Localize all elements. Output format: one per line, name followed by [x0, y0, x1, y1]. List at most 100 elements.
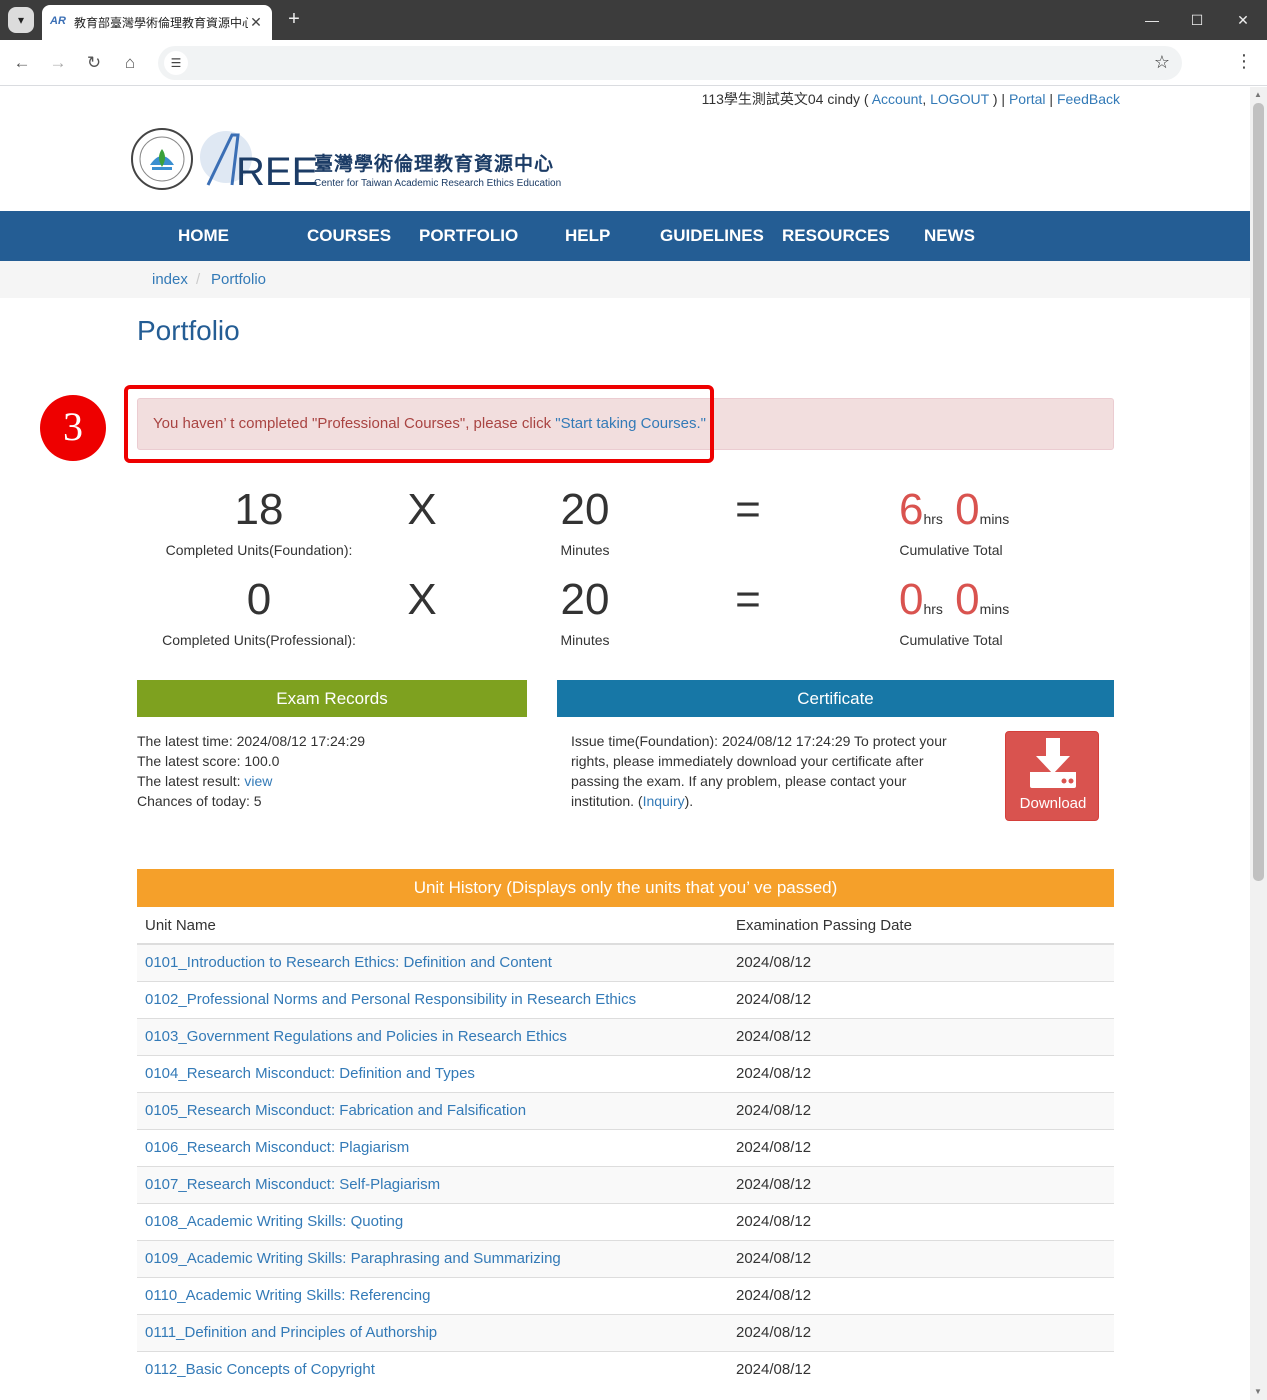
scroll-down-arrow-icon[interactable]: ▼	[1254, 1387, 1262, 1396]
col-passing-date: Examination Passing Date	[728, 907, 1114, 945]
breadcrumb-current[interactable]: Portfolio	[211, 271, 266, 288]
professional-hrs-value: 0	[899, 575, 924, 624]
passing-date-cell: 2024/08/12	[728, 943, 1114, 981]
col-unit-name: Unit Name	[137, 907, 728, 945]
unit-link[interactable]: 0103_Government Regulations and Policies…	[145, 1028, 567, 1045]
unit-name-cell: 0103_Government Regulations and Policies…	[137, 1017, 728, 1055]
browser-toolbar: ← → ↻ ⌂ ☰ ☆ ⋮	[0, 40, 1267, 86]
tab-title: 教育部臺灣學術倫理教育資源中心	[74, 16, 248, 30]
passing-date-cell: 2024/08/12	[728, 1128, 1114, 1166]
certificate-heading: Certificate	[557, 680, 1114, 717]
minimize-button[interactable]: —	[1140, 8, 1164, 32]
back-arrow-icon[interactable]: ←	[10, 51, 34, 75]
maximize-button[interactable]: ☐	[1185, 8, 1209, 32]
bookmark-star-icon[interactable]: ☆	[1154, 52, 1170, 73]
table-row: 0112_Basic Concepts of Copyright 2024/08/…	[137, 1350, 1114, 1388]
unit-name-cell: 0108_Academic Writing Skills: Quoting	[137, 1202, 728, 1240]
inquiry-link[interactable]: Inquiry	[643, 793, 685, 809]
window-close-button[interactable]: ✕	[1231, 8, 1255, 32]
browser-menu-icon[interactable]: ⋮	[1235, 51, 1253, 72]
table-row: 0105_Research Misconduct: Fabrication an…	[137, 1091, 1114, 1129]
passing-date-cell: 2024/08/12	[728, 1202, 1114, 1240]
foundation-total: 6hrs 0mins	[899, 485, 1009, 535]
logo-chinese-title: 臺灣學術倫理教育資源中心	[314, 154, 555, 175]
scroll-thumb[interactable]	[1253, 103, 1264, 881]
unit-link[interactable]: 0110_Academic Writing Skills: Referencin…	[145, 1287, 430, 1304]
nav-portfolio[interactable]: PORTFOLIO	[419, 211, 518, 261]
address-bar[interactable]: ☰ ☆	[158, 46, 1182, 80]
unit-name-cell: 0101_Introduction to Research Ethics: De…	[137, 943, 728, 981]
professional-minutes-value: 20	[560, 575, 610, 624]
exam-records-info: The latest time: 2024/08/12 17:24:29 The…	[137, 731, 365, 811]
page-scrollbar[interactable]: ▲ ▼	[1250, 87, 1267, 1400]
table-row: 0108_Academic Writing Skills: Quoting 202…	[137, 1202, 1114, 1240]
foundation-hrs-value: 6	[899, 485, 924, 534]
unit-link[interactable]: 0107_Research Misconduct: Self-Plagiaris…	[145, 1176, 440, 1193]
account-link[interactable]: Account	[872, 91, 923, 107]
ministry-of-education-logo[interactable]	[130, 127, 194, 191]
table-row: 0102_Professional Norms and Personal Res…	[137, 980, 1114, 1018]
tab-close-icon[interactable]: ✕	[248, 14, 264, 31]
foundation-minutes-value: 20	[560, 485, 610, 534]
nav-news[interactable]: NEWS	[924, 211, 975, 261]
userbar-comma: ,	[922, 91, 927, 107]
home-icon[interactable]: ⌂	[118, 51, 142, 75]
browser-tab[interactable]: AR 教育部臺灣學術倫理教育資源中心 ✕	[42, 5, 272, 40]
unit-link[interactable]: 0112_Basic Concepts of Copyright	[145, 1361, 375, 1378]
highlight-annotation-box	[124, 385, 714, 463]
foundation-equals: =	[735, 485, 761, 534]
unit-link[interactable]: 0106_Research Misconduct: Plagiarism	[145, 1139, 409, 1156]
download-certificate-button[interactable]: Download	[1005, 731, 1099, 821]
nav-guidelines[interactable]: GUIDELINES	[660, 211, 764, 261]
professional-units-label: Completed Units(Professional):	[162, 632, 356, 648]
user-name: 113學生測試英文04 cindy (	[701, 91, 869, 107]
unit-name-cell: 0111_Definition and Principles of Author…	[137, 1313, 728, 1351]
table-row: 0106_Research Misconduct: Plagiarism 2024…	[137, 1128, 1114, 1166]
unit-link[interactable]: 0108_Academic Writing Skills: Quoting	[145, 1213, 403, 1230]
table-row: 0110_Academic Writing Skills: Referencin…	[137, 1276, 1114, 1314]
passing-date-cell: 2024/08/12	[728, 1276, 1114, 1314]
foundation-mins-unit: mins	[979, 511, 1010, 527]
unit-name-cell: 0107_Research Misconduct: Self-Plagiaris…	[137, 1165, 728, 1203]
feedback-link[interactable]: FeedBack	[1057, 91, 1120, 107]
tab-search-button[interactable]: ▾	[8, 7, 34, 33]
new-tab-button[interactable]: +	[282, 8, 306, 32]
foundation-minutes-label: Minutes	[560, 542, 610, 558]
unit-link[interactable]: 0102_Professional Norms and Personal Res…	[145, 991, 636, 1008]
chances-today: Chances of today: 5	[137, 793, 262, 809]
foundation-units-label: Completed Units(Foundation):	[165, 542, 353, 558]
reload-icon[interactable]: ↻	[82, 51, 106, 75]
userbar-sep: |	[1049, 91, 1054, 107]
unit-link[interactable]: 0109_Academic Writing Skills: Paraphrasi…	[145, 1250, 561, 1267]
certificate-text: Issue time(Foundation): 2024/08/12 17:24…	[571, 733, 947, 809]
professional-total-label: Cumulative Total	[899, 632, 1003, 648]
foundation-mins-value: 0	[955, 485, 980, 534]
page-viewport: 113學生測試英文04 cindy ( Account, LOGOUT ) | …	[0, 87, 1250, 1400]
foundation-multiply: X	[407, 485, 437, 534]
unit-link[interactable]: 0104_Research Misconduct: Definition and…	[145, 1065, 475, 1082]
latest-result: The latest result: view	[137, 771, 365, 791]
nav-resources[interactable]: RESOURCES	[782, 211, 890, 261]
browser-tab-strip: ▾ AR 教育部臺灣學術倫理教育資源中心 ✕ + — ☐ ✕	[0, 0, 1267, 40]
professional-mins-unit: mins	[979, 601, 1010, 617]
scroll-up-arrow-icon[interactable]: ▲	[1254, 90, 1262, 99]
view-result-link[interactable]: view	[244, 773, 272, 789]
unit-name-cell: 0109_Academic Writing Skills: Paraphrasi…	[137, 1239, 728, 1277]
logout-link[interactable]: LOGOUT	[930, 91, 989, 107]
svg-text:REE: REE	[236, 150, 318, 191]
portal-link[interactable]: Portal	[1009, 91, 1046, 107]
passing-date-cell: 2024/08/12	[728, 980, 1114, 1018]
forward-arrow-icon[interactable]: →	[46, 51, 70, 75]
unit-link[interactable]: 0105_Research Misconduct: Fabrication an…	[145, 1102, 526, 1119]
unit-history-heading: Unit History (Displays only the units th…	[137, 869, 1114, 907]
main-navbar: HOME COURSES PORTFOLIO HELP GUIDELINES R…	[0, 211, 1250, 261]
nav-home[interactable]: HOME	[178, 211, 229, 261]
nav-courses[interactable]: COURSES	[307, 211, 391, 261]
nav-help[interactable]: HELP	[565, 211, 610, 261]
unit-link[interactable]: 0101_Introduction to Research Ethics: De…	[145, 954, 552, 971]
table-row: 0109_Academic Writing Skills: Paraphrasi…	[137, 1239, 1114, 1277]
table-row: 0103_Government Regulations and Policies…	[137, 1017, 1114, 1055]
breadcrumb-index[interactable]: index	[152, 271, 188, 288]
unit-link[interactable]: 0111_Definition and Principles of Author…	[145, 1324, 437, 1341]
site-settings-icon[interactable]: ☰	[164, 51, 188, 75]
